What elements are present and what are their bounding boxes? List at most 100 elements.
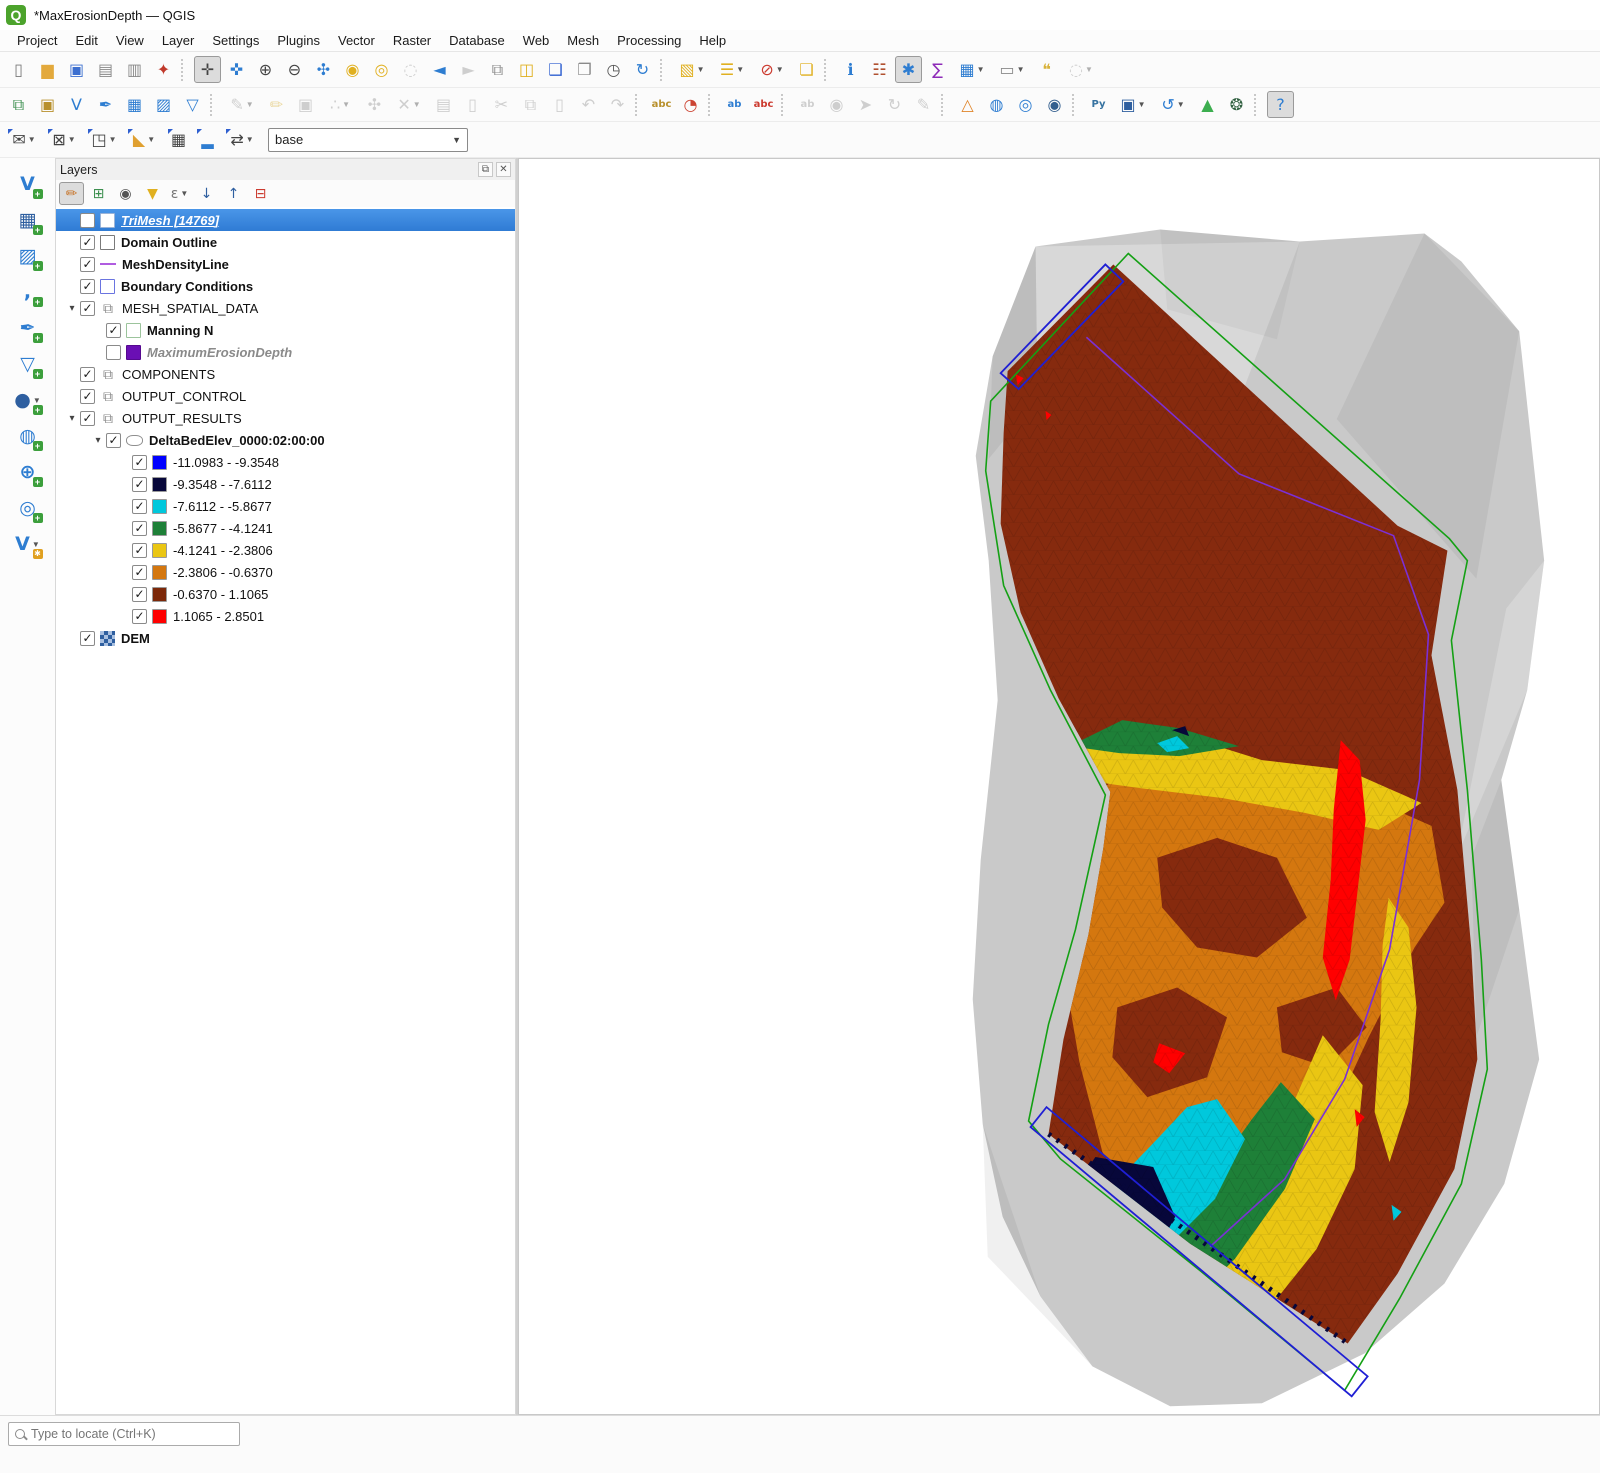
group-output-results-row[interactable]: ▾✓⧉OUTPUT_RESULTS <box>56 407 515 429</box>
group-components-row[interactable]: ✓⧉COMPONENTS <box>56 363 515 385</box>
chevron-down-icon[interactable]: ▼ <box>697 65 705 74</box>
identify-features-button[interactable]: ℹ <box>837 56 864 83</box>
add-mesh-layer-button[interactable]: ▨ <box>12 240 44 272</box>
visibility-checkbox[interactable]: ✓ <box>80 213 95 228</box>
manage-map-themes-button[interactable]: ◉ <box>113 182 138 205</box>
expand-all-button[interactable]: ↓ <box>194 182 219 205</box>
layer-label[interactable]: -4.1241 - -2.3806 <box>173 543 273 558</box>
chevron-down-icon[interactable]: ▼ <box>1017 65 1025 74</box>
chevron-down-icon[interactable]: ▼ <box>736 65 744 74</box>
new-spatialite-layer-button[interactable]: ✒ <box>92 91 119 118</box>
processing-history-button[interactable]: ↺▼ <box>1154 91 1192 118</box>
menu-edit[interactable]: Edit <box>66 31 106 50</box>
visibility-checkbox[interactable]: ✓ <box>106 433 121 448</box>
collapse-all-button[interactable]: ↑ <box>221 182 246 205</box>
menu-view[interactable]: View <box>107 31 153 50</box>
visibility-checkbox[interactable]: ✓ <box>80 631 95 646</box>
zoom-last-button[interactable]: ◄ <box>426 56 453 83</box>
menu-plugins[interactable]: Plugins <box>268 31 329 50</box>
legend-class-7-row[interactable]: ✓-0.6370 - 1.1065 <box>56 583 515 605</box>
menu-mesh[interactable]: Mesh <box>558 31 608 50</box>
mesh-animation-button[interactable]: ▦ <box>165 126 192 153</box>
add-delimited-text-layer-button[interactable]: , <box>12 276 44 308</box>
chevron-down-icon[interactable]: ▼ <box>180 189 188 198</box>
open-data-source-manager-button[interactable]: ⧉ <box>5 91 32 118</box>
select-features-by-value-button[interactable]: ☰▼ <box>713 56 751 83</box>
legend-class-3-row[interactable]: ✓ -7.6112 - -5.8677 <box>56 495 515 517</box>
visibility-checkbox[interactable]: ✓ <box>80 279 95 294</box>
new-spatial-bookmark-button[interactable]: ❑ <box>542 56 569 83</box>
osm-place-search-button[interactable]: ◉ <box>1041 91 1068 118</box>
layer-diagram-options-button[interactable]: ◔ <box>677 91 704 118</box>
open-layer-styling-dock-button[interactable]: ✏ <box>59 182 84 205</box>
add-postgis-layer-button[interactable]: ●▼ <box>12 384 44 416</box>
new-gpx-layer-button[interactable]: ▽ <box>179 91 206 118</box>
visibility-checkbox[interactable]: ✓ <box>80 301 95 316</box>
locate-box[interactable] <box>8 1422 240 1446</box>
layer-label[interactable]: Boundary Conditions <box>121 279 253 294</box>
field-calculator-button[interactable]: ☷ <box>866 56 893 83</box>
visibility-checkbox[interactable]: ✓ <box>132 499 147 514</box>
visibility-checkbox[interactable]: ✓ <box>80 389 95 404</box>
menu-project[interactable]: Project <box>8 31 66 50</box>
legend-class-5-row[interactable]: ✓-4.1241 - -2.3806 <box>56 539 515 561</box>
mesh-remove-results-button[interactable]: ⊠▼ <box>45 126 83 153</box>
chevron-down-icon[interactable]: ▼ <box>1085 65 1093 74</box>
menu-help[interactable]: Help <box>690 31 735 50</box>
layer-label[interactable]: -7.6112 - -5.8677 <box>173 499 272 514</box>
layer-label[interactable]: -2.3806 - -0.6370 <box>173 565 273 580</box>
visibility-checkbox[interactable]: ✓ <box>106 323 121 338</box>
save-project-button[interactable]: ▣ <box>63 56 90 83</box>
expander-icon[interactable]: ▾ <box>90 435 106 446</box>
visibility-checkbox[interactable]: ✓ <box>132 455 147 470</box>
deselect-features-button[interactable]: ⊘▼ <box>753 56 791 83</box>
new-virtual-layer-button[interactable]: ▦ <box>121 91 148 118</box>
visibility-checkbox[interactable]: ✓ <box>132 609 147 624</box>
legend-class-6-row[interactable]: ✓-2.3806 - -0.6370 <box>56 561 515 583</box>
layer-maximum-erosion-depth-row[interactable]: ✓ MaximumErosionDepth <box>56 341 515 363</box>
add-virtual-layer-button[interactable]: ▽ <box>12 348 44 380</box>
code-editor-button[interactable]: ▣▼ <box>1114 91 1152 118</box>
menu-database[interactable]: Database <box>440 31 514 50</box>
expander-icon[interactable]: ▾ <box>64 413 80 424</box>
web-service-search-button[interactable]: ◎ <box>1012 91 1039 118</box>
terrain-profile-button[interactable]: ▲ <box>1194 91 1221 118</box>
visibility-checkbox[interactable]: ✓ <box>80 411 95 426</box>
show-layout-manager-button[interactable]: ▥ <box>121 56 148 83</box>
open-project-button[interactable]: ▆ <box>34 56 61 83</box>
visibility-checkbox[interactable]: ✓ <box>106 345 121 360</box>
layer-trimesh-row[interactable]: ✓ TriMesh [14769] <box>56 209 515 231</box>
layer-label[interactable]: MaximumErosionDepth <box>147 345 292 360</box>
add-raster-layer-button[interactable]: ▦ <box>12 204 44 236</box>
new-3d-map-view-button[interactable]: ◫ <box>513 56 540 83</box>
add-group-button[interactable]: ⊞ <box>86 182 111 205</box>
chevron-down-icon[interactable]: ▼ <box>147 135 155 144</box>
layer-label[interactable]: OUTPUT_RESULTS <box>122 411 242 426</box>
legend-class-1-row[interactable]: ✓-11.0983 - -9.3548 <box>56 451 515 473</box>
metasearch-button[interactable]: ◍ <box>983 91 1010 118</box>
select-by-location-button[interactable]: ❏ <box>793 56 820 83</box>
layer-deltabedelev-row[interactable]: ▾✓DeltaBedElev_0000:02:00:00 <box>56 429 515 451</box>
chevron-down-icon[interactable]: ▼ <box>68 135 76 144</box>
new-geopackage-layer-button[interactable]: ▣ <box>34 91 61 118</box>
map-canvas[interactable] <box>518 158 1600 1415</box>
mesh-export-button[interactable]: ◳▼ <box>85 126 123 153</box>
locate-input[interactable] <box>31 1427 233 1441</box>
legend-class-8-row[interactable]: ✓1.1065 - 2.8501 <box>56 605 515 627</box>
new-shapefile-layer-button[interactable]: V <box>63 91 90 118</box>
vector-tools-button[interactable]: △ <box>954 91 981 118</box>
layer-dem-row[interactable]: ✓DEM <box>56 627 515 649</box>
mesh-swap-datasets-button[interactable]: ⇄▼ <box>223 126 261 153</box>
new-project-button[interactable]: ▯ <box>5 56 32 83</box>
expander-icon[interactable]: ▾ <box>64 303 80 314</box>
zoom-in-button[interactable]: ⊕ <box>252 56 279 83</box>
chevron-down-icon[interactable]: ▼ <box>776 65 784 74</box>
add-wms-layer-button[interactable]: ◍ <box>12 420 44 452</box>
layer-label[interactable]: Domain Outline <box>121 235 217 250</box>
new-map-view-button[interactable]: ⧉ <box>484 56 511 83</box>
layer-labeling-options-button[interactable]: abc <box>648 91 675 118</box>
layer-label[interactable]: TriMesh [14769] <box>121 213 219 228</box>
add-spatialite-layer-button[interactable]: ✒ <box>12 312 44 344</box>
mesh-profile-combobox[interactable]: base ▼ <box>268 128 468 152</box>
add-wfs-layer-button[interactable]: ◎ <box>12 492 44 524</box>
